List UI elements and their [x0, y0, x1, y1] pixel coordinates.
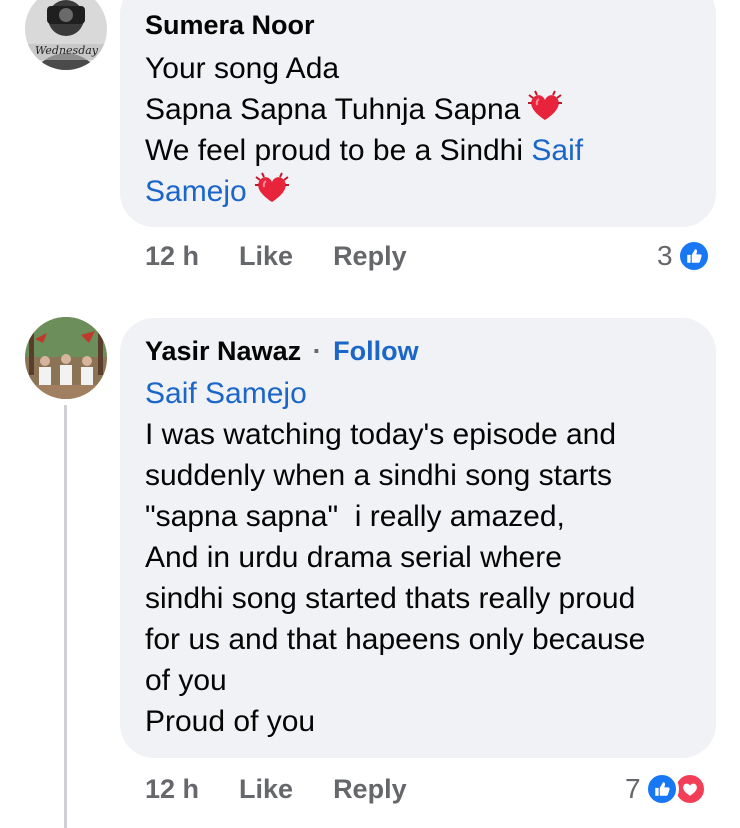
comment-bubble: Sumera Noor Your song Ada Sapna Sapna Tu… — [120, 0, 716, 227]
comment-line: And in urdu drama serial where — [145, 541, 562, 574]
comment-line: Your song Ada — [145, 48, 583, 89]
comment-author-row: Yasir Nawaz · Follow — [145, 335, 419, 367]
like-reaction-icon — [676, 239, 711, 273]
comment-line: Samejo — [145, 171, 583, 212]
avatar-sumera-noor[interactable]: Wednesday — [25, 0, 107, 70]
reply-button[interactable]: Reply — [333, 774, 407, 805]
comment-line: We feel proud to be a Sindhi Saif — [145, 130, 583, 171]
like-reaction-icon — [644, 772, 679, 806]
reaction-summary[interactable]: 3 — [657, 239, 711, 273]
comment-line: Proud of you — [145, 705, 316, 738]
separator-dot: · — [312, 336, 322, 366]
avatar-image — [25, 317, 107, 399]
comment-time[interactable]: 12 h — [145, 774, 199, 805]
comment-author[interactable]: Sumera Noor — [145, 9, 315, 41]
comment-line: of you — [145, 664, 227, 697]
comment-line: for us and that hapeens only because — [145, 623, 646, 656]
comment-line: I was watching today's episode and — [145, 418, 617, 451]
avatar-caption: Wednesday — [35, 44, 99, 57]
mention-link[interactable]: Saif Samejo — [145, 373, 645, 414]
reaction-count: 3 — [657, 240, 673, 271]
comment-time[interactable]: 12 h — [145, 241, 199, 272]
reply-thread-line — [64, 405, 67, 828]
comment-text: Sapna Sapna Tuhnja Sapna — [145, 93, 521, 126]
comment-line: sindhi song started thats really proud — [145, 582, 636, 615]
comment-line: "sapna sapna" i really amazed, — [145, 500, 565, 533]
reaction-count: 7 — [625, 773, 641, 804]
mention-link[interactable]: Samejo — [145, 175, 247, 208]
comment-actions: 12 h Like Reply — [145, 774, 407, 805]
beating-heart-icon — [254, 172, 289, 202]
comment-text: We feel proud to be a Sindhi — [145, 134, 532, 167]
reply-button[interactable]: Reply — [333, 241, 407, 272]
follow-button[interactable]: Follow — [333, 336, 418, 366]
comment-text: Your song Ada — [145, 52, 340, 85]
comment-body: Saif Samejo I was watching today's episo… — [145, 373, 645, 742]
avatar-image — [25, 0, 107, 70]
like-button[interactable]: Like — [239, 774, 293, 805]
comment-actions: 12 h Like Reply — [145, 241, 407, 272]
comment-author[interactable]: Yasir Nawaz — [145, 336, 301, 366]
comment-line: Sapna Sapna Tuhnja Sapna — [145, 89, 583, 130]
beating-heart-icon — [528, 90, 563, 120]
comment-line: suddenly when a sindhi song starts — [145, 459, 612, 492]
comment-body: Your song Ada Sapna Sapna Tuhnja Sapna W… — [145, 48, 583, 212]
comment-bubble: Yasir Nawaz · Follow Saif Samejo I was w… — [120, 318, 716, 758]
avatar-yasir-nawaz[interactable] — [25, 317, 107, 399]
like-button[interactable]: Like — [239, 241, 293, 272]
reaction-summary[interactable]: 7 — [625, 772, 707, 806]
mention-link[interactable]: Saif — [531, 134, 583, 167]
